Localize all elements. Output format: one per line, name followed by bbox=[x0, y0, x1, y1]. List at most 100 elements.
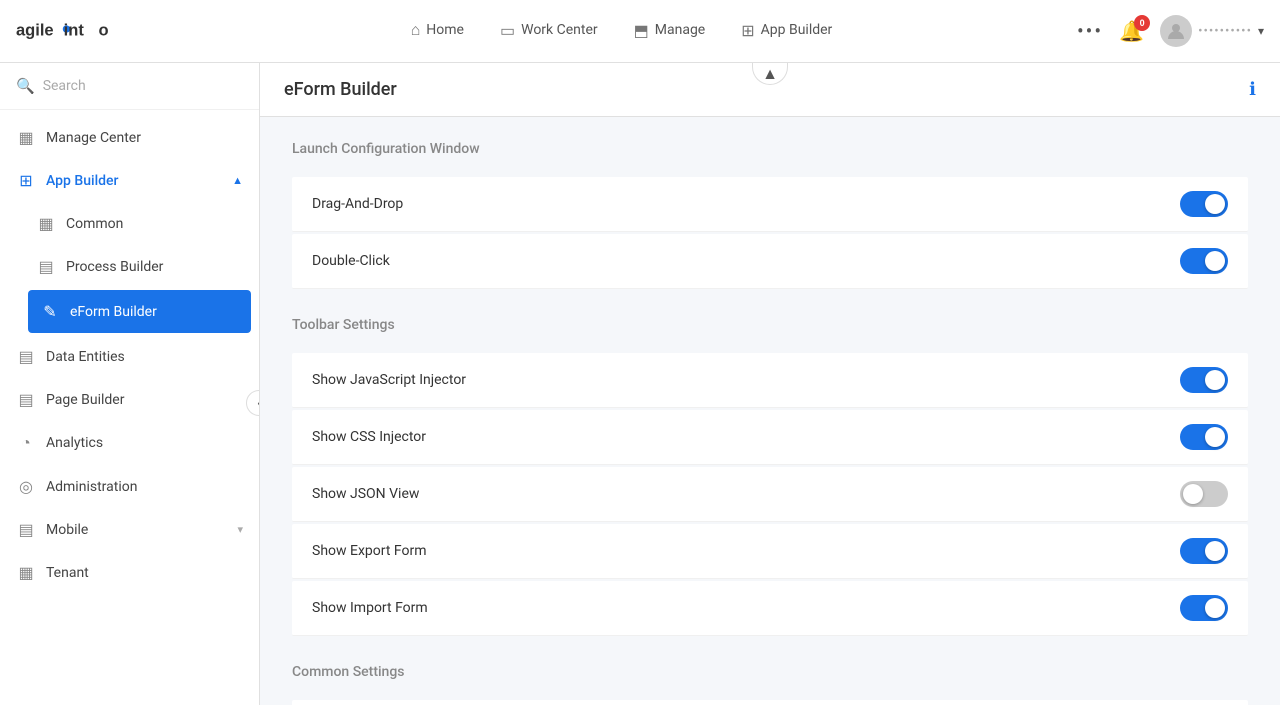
svg-text:int: int bbox=[64, 21, 85, 39]
home-icon: ⌂ bbox=[411, 20, 421, 40]
info-icon[interactable]: ℹ bbox=[1249, 79, 1256, 100]
administration-icon: ◎ bbox=[16, 477, 36, 496]
sidebar-item-common[interactable]: ▦ Common bbox=[20, 202, 259, 245]
drag-drop-toggle[interactable] bbox=[1180, 191, 1228, 217]
sidebar-item-label: Administration bbox=[46, 479, 137, 495]
top-navigation: agile int o ⌂ Home ▭ Work Center ⬒ Manag… bbox=[0, 0, 1280, 63]
settings-content: Launch Configuration Window Drag-And-Dro… bbox=[260, 117, 1280, 705]
drag-drop-label: Drag-And-Drop bbox=[312, 196, 403, 212]
sidebar-item-label: Analytics bbox=[46, 435, 103, 451]
analytics-icon: ◔ bbox=[16, 433, 36, 453]
notifications-button[interactable]: 🔔 0 bbox=[1119, 19, 1144, 44]
nav-app-builder[interactable]: ⊞ App Builder bbox=[723, 13, 850, 50]
json-view-toggle[interactable] bbox=[1180, 481, 1228, 507]
toggle-knob bbox=[1205, 194, 1225, 214]
sidebar-item-label: Tenant bbox=[46, 565, 89, 581]
user-chevron-icon: ▾ bbox=[1258, 24, 1264, 38]
search-box[interactable]: 🔍 Search bbox=[0, 63, 259, 110]
common-icon: ▦ bbox=[36, 214, 56, 233]
sidebar-item-data-entities[interactable]: ▤ Data Entities bbox=[0, 335, 259, 378]
mobile-icon: ▤ bbox=[16, 520, 36, 539]
grid-icon: ⊞ bbox=[741, 21, 754, 40]
sidebar: 🔍 Search ▦ Manage Center ⊞ App Builder ▲… bbox=[0, 63, 260, 705]
search-label: Search bbox=[43, 78, 86, 94]
js-injector-label: Show JavaScript Injector bbox=[312, 372, 466, 388]
setting-place-dismiss: Place Dismiss Buttons On Right ❓ bbox=[292, 700, 1248, 705]
export-form-label: Show Export Form bbox=[312, 543, 427, 559]
toggle-knob bbox=[1205, 427, 1225, 447]
sidebar-item-label: Data Entities bbox=[46, 349, 125, 365]
avatar bbox=[1160, 15, 1192, 47]
setting-show-css-injector: Show CSS Injector bbox=[292, 410, 1248, 465]
nav-work-center[interactable]: ▭ Work Center bbox=[482, 13, 616, 50]
user-menu[interactable]: •••••••••• ▾ bbox=[1160, 15, 1264, 47]
sidebar-section-main: ▦ Manage Center ⊞ App Builder ▲ ▦ Common… bbox=[0, 110, 259, 600]
main-layout: 🔍 Search ▦ Manage Center ⊞ App Builder ▲… bbox=[0, 0, 1280, 705]
toggle-knob bbox=[1205, 251, 1225, 271]
sidebar-item-tenant[interactable]: ▦ Tenant bbox=[0, 551, 259, 594]
import-form-toggle[interactable] bbox=[1180, 595, 1228, 621]
process-builder-icon: ▤ bbox=[36, 257, 56, 276]
logo[interactable]: agile int o bbox=[16, 11, 126, 51]
sidebar-item-mobile[interactable]: ▤ Mobile ▾ bbox=[0, 508, 259, 551]
chevron-up-icon: ▲ bbox=[762, 64, 778, 84]
sidebar-item-administration[interactable]: ◎ Administration bbox=[0, 465, 259, 508]
toggle-knob bbox=[1183, 484, 1203, 504]
section-title-launch: Launch Configuration Window bbox=[292, 141, 1248, 161]
nav-manage[interactable]: ⬒ Manage bbox=[616, 13, 724, 50]
more-button[interactable]: ••• bbox=[1077, 19, 1103, 43]
sidebar-item-label: Process Builder bbox=[66, 259, 163, 275]
main-content: ▲ eForm Builder ℹ Launch Configuration W… bbox=[260, 63, 1280, 705]
sidebar-item-label: Manage Center bbox=[46, 130, 141, 146]
js-injector-toggle[interactable] bbox=[1180, 367, 1228, 393]
expand-icon: ▲ bbox=[232, 174, 243, 187]
double-click-label: Double-Click bbox=[312, 253, 390, 269]
notification-badge: 0 bbox=[1134, 15, 1150, 31]
manage-center-icon: ▦ bbox=[16, 128, 36, 147]
eform-builder-icon: ✎ bbox=[40, 302, 60, 321]
search-icon: 🔍 bbox=[16, 77, 35, 95]
common-settings-section: Common Settings Place Dismiss Buttons On… bbox=[292, 664, 1248, 705]
svg-text:o: o bbox=[99, 21, 109, 39]
svg-text:agile: agile bbox=[16, 21, 54, 39]
data-entities-icon: ▤ bbox=[16, 347, 36, 366]
setting-double-click: Double-Click bbox=[292, 234, 1248, 289]
setting-show-export-form: Show Export Form bbox=[292, 524, 1248, 579]
app-builder-icon: ⊞ bbox=[16, 171, 36, 190]
briefcase-icon: ⬒ bbox=[634, 21, 649, 40]
tenant-icon: ▦ bbox=[16, 563, 36, 582]
top-right-actions: ••• 🔔 0 •••••••••• ▾ bbox=[1077, 15, 1264, 47]
export-form-toggle[interactable] bbox=[1180, 538, 1228, 564]
toggle-knob bbox=[1205, 598, 1225, 618]
css-injector-toggle[interactable] bbox=[1180, 424, 1228, 450]
sidebar-item-analytics[interactable]: ◔ Analytics bbox=[0, 421, 259, 465]
app-builder-submenu: ▦ Common ▤ Process Builder ✎ eForm Build… bbox=[0, 202, 259, 333]
sidebar-item-eform-builder[interactable]: ✎ eForm Builder bbox=[28, 290, 251, 333]
toggle-knob bbox=[1205, 541, 1225, 561]
sidebar-item-label: Mobile bbox=[46, 522, 88, 538]
sidebar-item-process-builder[interactable]: ▤ Process Builder bbox=[20, 245, 259, 288]
page-builder-icon: ▤ bbox=[16, 390, 36, 409]
mobile-expand-icon: ▾ bbox=[237, 523, 243, 536]
sidebar-item-label: App Builder bbox=[46, 173, 118, 189]
nav-links: ⌂ Home ▭ Work Center ⬒ Manage ⊞ App Buil… bbox=[166, 12, 1077, 50]
toolbar-settings-section: Toolbar Settings Show JavaScript Injecto… bbox=[292, 317, 1248, 636]
import-form-label: Show Import Form bbox=[312, 600, 428, 616]
setting-drag-drop: Drag-And-Drop bbox=[292, 177, 1248, 232]
sidebar-item-page-builder[interactable]: ▤ Page Builder bbox=[0, 378, 259, 421]
page-title: eForm Builder bbox=[284, 79, 397, 100]
monitor-icon: ▭ bbox=[500, 21, 515, 40]
sidebar-item-label: eForm Builder bbox=[70, 304, 157, 320]
launch-config-section: Launch Configuration Window Drag-And-Dro… bbox=[292, 141, 1248, 289]
setting-show-js-injector: Show JavaScript Injector bbox=[292, 353, 1248, 408]
sidebar-item-label: Page Builder bbox=[46, 392, 124, 408]
setting-show-import-form: Show Import Form bbox=[292, 581, 1248, 636]
sidebar-item-app-builder[interactable]: ⊞ App Builder ▲ bbox=[0, 159, 259, 202]
section-title-common: Common Settings bbox=[292, 664, 1248, 684]
section-title-toolbar: Toolbar Settings bbox=[292, 317, 1248, 337]
sidebar-item-label: Common bbox=[66, 216, 123, 232]
nav-home[interactable]: ⌂ Home bbox=[393, 12, 482, 50]
sidebar-item-manage-center[interactable]: ▦ Manage Center bbox=[0, 116, 259, 159]
double-click-toggle[interactable] bbox=[1180, 248, 1228, 274]
json-view-label: Show JSON View bbox=[312, 486, 419, 502]
